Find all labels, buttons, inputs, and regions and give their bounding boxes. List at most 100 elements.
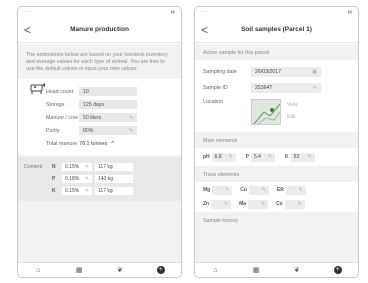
pencil-icon[interactable]: ✎ bbox=[225, 187, 229, 193]
trace-element-field[interactable]: ✎ bbox=[212, 185, 233, 195]
pencil-icon[interactable]: ✎ bbox=[85, 176, 89, 182]
nutrient-percent-field[interactable]: 0.18% ✎ bbox=[62, 175, 92, 183]
nutrient-row-n: N 0.15% ✎ 117 kg bbox=[52, 161, 175, 173]
page-title: Manure production bbox=[70, 26, 129, 33]
ph-value: 6.8 bbox=[214, 154, 222, 160]
pencil-icon[interactable]: ✎ bbox=[298, 201, 302, 207]
purity-field[interactable]: 80% ✎ bbox=[79, 126, 137, 135]
element-symbol: K bbox=[52, 188, 56, 194]
nutrient-row-p: P 0.18% ✎ 140 kg bbox=[52, 173, 175, 185]
manure-card: Head count 10 Storage 125 days Manure / … bbox=[18, 79, 181, 155]
leaf-icon[interactable]: ❦ bbox=[112, 266, 128, 274]
pencil-icon[interactable]: ✎ bbox=[85, 188, 89, 194]
back-button[interactable]: < bbox=[24, 23, 42, 37]
sample-history-heading[interactable]: Sample history bbox=[195, 212, 358, 228]
leaf-icon[interactable]: ❦ bbox=[289, 266, 305, 274]
potassium-field[interactable]: 53 ✎ bbox=[290, 152, 315, 162]
head-count-field[interactable]: 10 bbox=[79, 87, 137, 96]
pencil-icon[interactable]: ✎ bbox=[85, 164, 89, 170]
home-icon[interactable]: ⌂ bbox=[30, 267, 46, 274]
page-title: Soil samples (Parcel 1) bbox=[241, 26, 312, 33]
nutrient-percent-value: 0.18% bbox=[65, 176, 80, 182]
trace-element-field[interactable]: ✎ bbox=[285, 185, 306, 195]
element-symbol: Zn bbox=[203, 201, 210, 207]
storage-field[interactable]: 125 days bbox=[79, 100, 137, 109]
element-symbol: K bbox=[285, 154, 289, 160]
nutrient-percent-field[interactable]: 0.15% ✎ bbox=[62, 163, 92, 171]
total-manure-label: Total manure bbox=[46, 141, 78, 147]
pencil-icon[interactable]: ✎ bbox=[262, 187, 266, 193]
main-elements-row: pH 6.8 ✎ P 5.4 ✎ K 53 ✎ bbox=[203, 150, 350, 164]
pencil-icon[interactable]: ✎ bbox=[228, 154, 232, 160]
purity-value: 80% bbox=[83, 127, 94, 134]
trace-element-field[interactable]: ✎ bbox=[211, 199, 232, 209]
active-sample-card: Sampling date 26/03/2017 ▣ Sample ID 2536… bbox=[195, 60, 358, 132]
nutrient-kg-value: 140 kg bbox=[98, 176, 114, 182]
nutrient-percent-value: 0.15% bbox=[65, 188, 80, 194]
pencil-icon[interactable]: ✎ bbox=[129, 128, 133, 134]
add-icon[interactable]: + bbox=[153, 266, 169, 274]
add-icon[interactable]: + bbox=[330, 266, 346, 274]
nutrient-percent-value: 0.15% bbox=[65, 164, 80, 170]
sample-id-row: Sample ID 25364T ✎ bbox=[203, 80, 350, 96]
main-elements-card: pH 6.8 ✎ P 5.4 ✎ K 53 ✎ bbox=[195, 148, 358, 166]
head-count-value: 10 bbox=[83, 88, 89, 95]
chevron-up-icon[interactable]: ^ bbox=[111, 141, 114, 147]
pencil-icon[interactable]: ✎ bbox=[268, 154, 272, 160]
pencil-icon[interactable]: ✎ bbox=[224, 201, 228, 207]
sampling-date-label: Sampling date bbox=[203, 69, 237, 75]
phosphorus-field[interactable]: 5.4 ✎ bbox=[251, 152, 276, 162]
purity-label: Purity bbox=[46, 127, 60, 134]
sampling-date-field[interactable]: 26/03/2017 ▣ bbox=[251, 67, 321, 77]
trace-element-field[interactable]: ✎ bbox=[248, 185, 269, 195]
grid-icon[interactable]: ▦ bbox=[248, 266, 264, 274]
total-manure-row[interactable]: Total manure 78.1 tonnes ^ bbox=[24, 137, 175, 151]
element-symbol: P bbox=[52, 176, 56, 182]
pencil-icon[interactable]: ✎ bbox=[313, 85, 317, 91]
element-symbol: N bbox=[52, 164, 56, 170]
pencil-icon[interactable]: ✎ bbox=[299, 187, 303, 193]
view-location-button[interactable]: View bbox=[287, 99, 298, 111]
sample-id-field[interactable]: 25364T ✎ bbox=[251, 83, 321, 93]
edit-location-button[interactable]: Edit bbox=[287, 111, 298, 123]
back-button[interactable]: < bbox=[201, 23, 219, 37]
purity-row: Purity 80% ✎ bbox=[24, 124, 175, 137]
intro-text: The estimations below are based on your … bbox=[26, 52, 168, 72]
nutrient-kg-field: 117 kg bbox=[95, 187, 133, 195]
grid-icon[interactable]: ▦ bbox=[71, 266, 87, 274]
ph-field[interactable]: 6.8 ✎ bbox=[211, 152, 236, 162]
cow-icon bbox=[30, 83, 45, 94]
element-symbol: pH bbox=[203, 154, 210, 160]
content-label: Content bbox=[24, 164, 43, 170]
soil-samples-screen: ····· ▮▮ < Soil samples (Parcel 1) Active… bbox=[194, 6, 359, 278]
manure-per-cow-field[interactable]: 50 liters ✎ bbox=[79, 113, 137, 122]
nutrient-kg-field: 117 kg bbox=[95, 163, 133, 171]
nutrient-percent-field[interactable]: 0.15% ✎ bbox=[62, 187, 92, 195]
trace-elements-heading: Trace elements bbox=[203, 172, 240, 178]
element-symbol: Cu bbox=[240, 187, 247, 193]
trace-element-field[interactable]: ✎ bbox=[248, 199, 269, 209]
trace-elements-card: Mg ✎ Cu ✎ ER ✎ Zn ✎ Ma ✎ Co ✎ bbox=[195, 182, 358, 212]
pencil-icon[interactable]: ✎ bbox=[307, 154, 311, 160]
pencil-icon[interactable]: ✎ bbox=[129, 115, 133, 121]
status-bar: ····· ▮▮ bbox=[201, 9, 352, 14]
calendar-icon[interactable]: ▣ bbox=[312, 69, 317, 75]
sampling-date-value: 26/03/2017 bbox=[255, 69, 281, 75]
map-icon bbox=[253, 103, 281, 125]
nav-bar: < Manure production bbox=[18, 17, 181, 43]
element-symbol: P bbox=[245, 154, 250, 160]
pencil-icon[interactable]: ✎ bbox=[261, 201, 265, 207]
sample-id-value: 25364T bbox=[255, 85, 273, 91]
location-map-thumbnail[interactable] bbox=[251, 99, 281, 125]
trace-element-field[interactable]: ✎ bbox=[284, 199, 305, 209]
status-bar: ····· ▮▮ bbox=[24, 9, 175, 14]
element-symbol: Co bbox=[276, 201, 283, 207]
sampling-date-row: Sampling date 26/03/2017 ▣ bbox=[203, 64, 350, 80]
home-icon[interactable]: ⌂ bbox=[207, 267, 223, 274]
element-symbol: Mg bbox=[203, 187, 211, 193]
element-symbol: Ma bbox=[239, 201, 247, 207]
storage-value: 125 days bbox=[83, 101, 105, 108]
manure-production-screen: ····· ▮▮ < Manure production The estimati… bbox=[17, 6, 182, 278]
phosphorus-value: 5.4 bbox=[254, 154, 261, 160]
location-label: Location bbox=[203, 99, 224, 105]
